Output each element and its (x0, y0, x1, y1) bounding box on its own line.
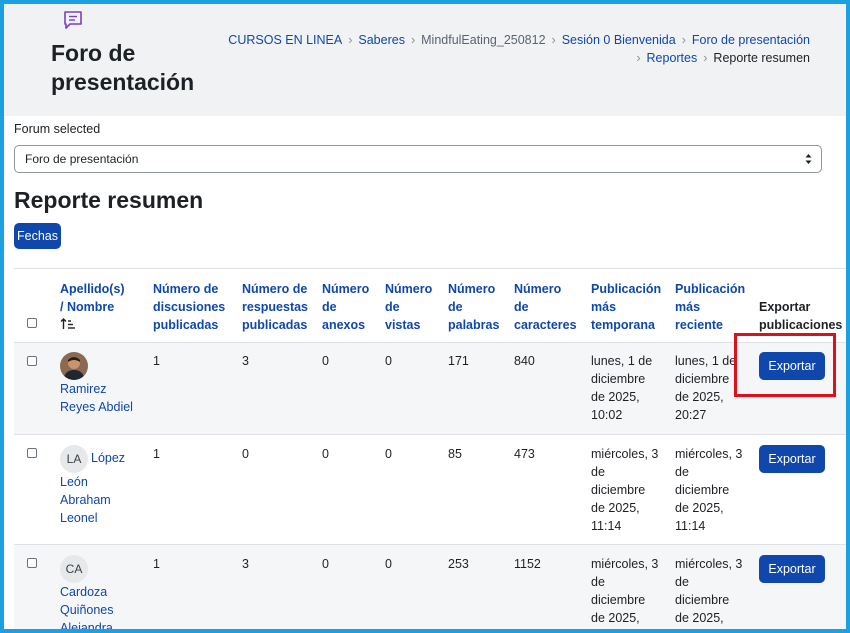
chevron-right-icon: › (681, 33, 686, 47)
select-updown-icon (805, 154, 812, 164)
forum-select-label: Forum selected (14, 122, 101, 136)
header-discussions[interactable]: Número de discusiones publicadas (153, 280, 225, 334)
forum-icon (64, 11, 82, 29)
header-latest-post[interactable]: Publicación más reciente (675, 280, 745, 334)
user-name-link[interactable]: León Abraham Leonel (60, 473, 111, 527)
replies-count: 3 (242, 354, 249, 368)
sort-ascending-icon (60, 318, 75, 329)
breadcrumb-item-courses[interactable]: CURSOS EN LINEA (228, 33, 342, 47)
user-photo-icon (60, 352, 88, 380)
words-count: 253 (448, 557, 469, 571)
attachments-count: 0 (322, 354, 329, 368)
breadcrumb-item-current: Reporte resumen (713, 51, 810, 65)
words-count: 171 (448, 354, 469, 368)
header-views[interactable]: Número de vistas (385, 280, 432, 334)
earliest-post-date: miércoles, 3 de diciembre de 2025, 11:14 (591, 447, 659, 533)
select-all-checkbox[interactable] (27, 318, 37, 328)
header-words[interactable]: Número de palabras (448, 280, 499, 334)
chevron-right-icon: › (348, 33, 353, 47)
attachments-count: 0 (322, 557, 329, 571)
forum-select-value: Foro de presentación (25, 152, 139, 166)
avatar[interactable]: LA (60, 445, 88, 473)
row-checkbox[interactable] (27, 356, 37, 366)
page-title-line2: presentación (51, 69, 195, 95)
header-attachments[interactable]: Número de anexos (322, 280, 369, 334)
chevron-right-icon: › (551, 33, 556, 47)
user-name-link[interactable]: López (91, 449, 125, 467)
chevron-right-icon: › (636, 51, 641, 65)
chevron-right-icon: › (410, 33, 416, 47)
replies-count: 0 (242, 447, 249, 461)
avatar[interactable] (60, 352, 88, 380)
earliest-post-date: miércoles, 3 de diciembre de 2025, (591, 557, 659, 625)
characters-count: 1152 (514, 557, 541, 571)
export-button[interactable]: Exportar (759, 445, 825, 473)
views-count: 0 (385, 557, 392, 571)
row-checkbox[interactable] (27, 558, 37, 568)
latest-post-date: miércoles, 3 de diciembre de 2025, 11:14 (675, 447, 743, 533)
attachments-count: 0 (322, 447, 329, 461)
header-characters[interactable]: Número de caracteres (514, 280, 577, 334)
dates-button[interactable]: Fechas (14, 223, 61, 249)
views-count: 0 (385, 354, 392, 368)
report-title: Reporte resumen (14, 187, 204, 213)
breadcrumb-item-reports[interactable]: Reportes (647, 51, 698, 65)
discussions-count: 1 (153, 557, 160, 571)
characters-count: 840 (514, 354, 535, 368)
breadcrumb-item-saberes[interactable]: Saberes (358, 33, 405, 47)
replies-count: 3 (242, 557, 249, 571)
breadcrumb-item-session[interactable]: Sesión 0 Bienvenida (562, 33, 676, 47)
page-header: Foro de presentación CURSOS EN LINEA › Sab… (4, 4, 846, 116)
breadcrumb-item-forum[interactable]: Foro de presentación (692, 33, 810, 47)
user-name-link[interactable]: Cardoza Quiñones Alejandra (60, 583, 114, 633)
header-replies[interactable]: Número de respuestas publicadas (242, 280, 308, 334)
row-checkbox[interactable] (27, 448, 37, 458)
highlight-box (734, 333, 836, 397)
forum-select[interactable]: Foro de presentación (14, 145, 822, 173)
discussions-count: 1 (153, 447, 160, 461)
header-earliest-post[interactable]: Publicación más temporana (591, 280, 661, 334)
earliest-post-date: lunes, 1 de diciembre de 2025, 10:02 (591, 354, 653, 422)
avatar[interactable]: CA (60, 555, 88, 583)
latest-post-date: lunes, 1 de diciembre de 2025, 20:27 (675, 354, 737, 422)
header-export-posts: Exportar publicaciones (759, 300, 843, 332)
words-count: 85 (448, 447, 462, 461)
export-button[interactable]: Exportar (759, 555, 825, 583)
table-header-border (14, 342, 846, 343)
breadcrumb: CURSOS EN LINEA › Saberes › MindfulEating_25… (210, 31, 810, 67)
table-top-border (14, 268, 846, 269)
characters-count: 473 (514, 447, 535, 461)
header-name[interactable]: Apellido(s) / Nombre (60, 280, 125, 336)
latest-post-date: miércoles, 3 de diciembre de 2025, (675, 557, 743, 625)
table-row-divider (14, 544, 846, 545)
table-row-divider (14, 434, 846, 435)
breadcrumb-item-course[interactable]: MindfulEating_250812 (421, 33, 545, 47)
user-name-link[interactable]: Ramirez Reyes Abdiel (60, 380, 133, 416)
chevron-right-icon: › (703, 51, 708, 65)
discussions-count: 1 (153, 354, 160, 368)
views-count: 0 (385, 447, 392, 461)
